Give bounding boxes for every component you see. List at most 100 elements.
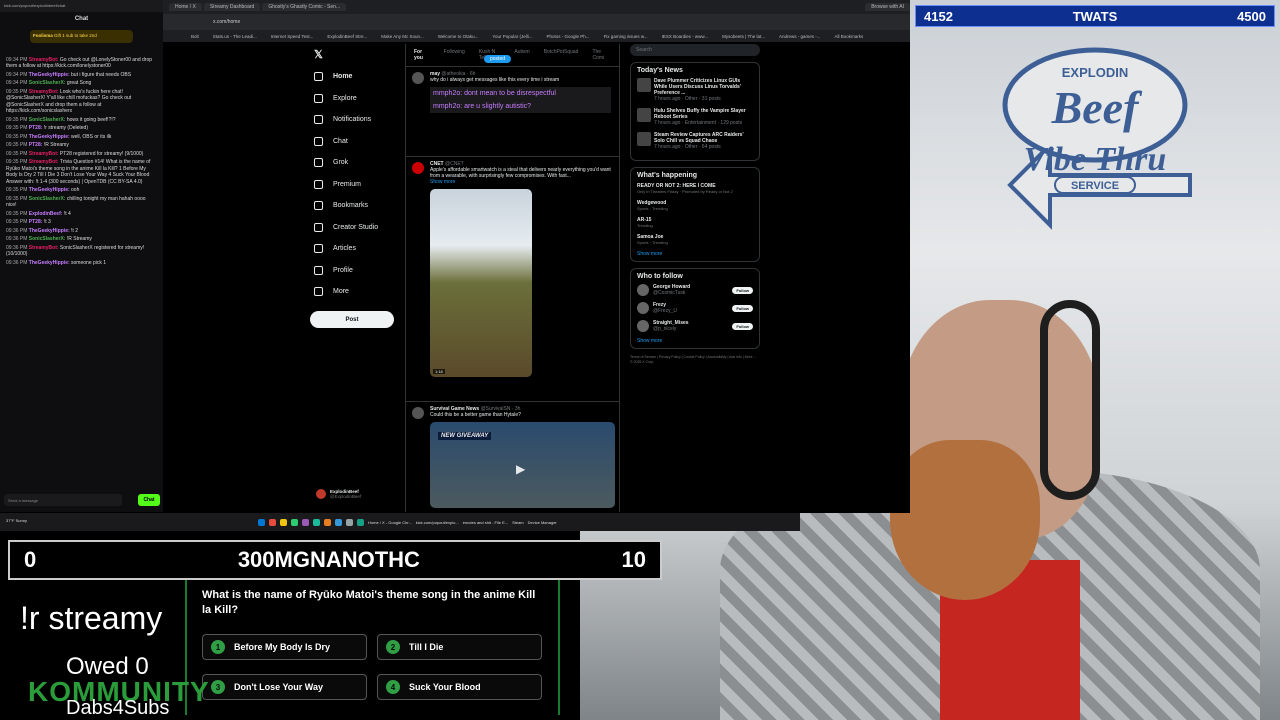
sidebar-item-chat[interactable]: Chat <box>300 131 405 153</box>
feed-tab[interactable]: Autism <box>514 49 529 61</box>
bookmark-item[interactable]: Andrews - games -... <box>779 34 821 39</box>
trend-item[interactable]: READY OR NOT 2: HERE I COME Only in Theat… <box>637 183 753 194</box>
taskbar-app-icon[interactable] <box>258 518 265 526</box>
tweet-video[interactable]: 1:18 <box>430 189 532 377</box>
message-user: SonicSlasherX: <box>28 236 67 242</box>
taskbar-item[interactable]: emotes and shit - File E... <box>463 520 508 525</box>
bookmark-item[interactable]: Make Any Mc Soun... <box>381 34 424 39</box>
bookmark-item[interactable]: Photos - Google Ph... <box>547 34 590 39</box>
sidebar-item-premium[interactable]: Premium <box>300 174 405 196</box>
home-icon <box>314 72 323 82</box>
taskbar-item[interactable]: Device Manager <box>528 520 557 525</box>
posted-pill[interactable]: posted <box>484 55 512 63</box>
taskbar-item[interactable]: Steam <box>512 520 524 525</box>
tweet[interactable]: Survival Game News @SurvivalSN · 3h Coul… <box>406 402 619 512</box>
chat-message: 09:36 PM TheGeekyHippie: !t 2 <box>0 228 163 235</box>
tweet[interactable]: posted may @atheokia · 6h why do i alway… <box>406 55 619 157</box>
message-user: StreamyBot: <box>28 159 60 165</box>
address-bar[interactable]: x.com/home <box>163 14 910 30</box>
bookmark-item[interactable]: ExplodinBeef Stre... <box>327 34 367 39</box>
avatar <box>412 72 424 84</box>
follow-button[interactable]: Follow <box>732 286 753 294</box>
bookmark-item[interactable]: Bolt <box>191 34 199 39</box>
taskbar-app-icon[interactable] <box>280 518 287 526</box>
avatar <box>316 489 326 499</box>
tab-home-x[interactable]: Home / X <box>169 3 202 11</box>
bookmark-item[interactable]: Your Popular (Jelli... <box>492 34 532 39</box>
sidebar-item-more[interactable]: More <box>300 281 405 303</box>
sidebar-item-notifications[interactable]: Notifications <box>300 109 405 131</box>
tab-streamy[interactable]: Streamy Dashboard <box>203 3 261 11</box>
sidebar-item-creator-studio[interactable]: Creator Studio <box>300 217 405 239</box>
feed-tab[interactable]: Following <box>444 49 465 61</box>
sidebar-item-profile[interactable]: Profile <box>300 260 405 282</box>
feed-tab[interactable]: The Comi <box>592 49 611 61</box>
taskbar-app-icon[interactable] <box>324 518 331 526</box>
tweet[interactable]: CNET @CNET Apple's affordable smartwatch… <box>406 157 619 402</box>
news-headline: Hulu Shelves Buffy the Vampire Slayer Re… <box>654 108 746 120</box>
follow-info: George Howard @CosmicTusk <box>653 284 728 296</box>
message-text: someone pick 1 <box>71 259 107 266</box>
trend-item[interactable]: Samoa Joe Sports · Trending <box>637 234 753 245</box>
post-button[interactable]: Post <box>310 311 394 328</box>
bookmark-item[interactable]: Fix gaming issues w... <box>604 34 648 39</box>
svg-text:SERVICE: SERVICE <box>1071 180 1119 192</box>
tab-comic[interactable]: Ghostly's Ghastly Comic - Sen... <box>262 3 347 11</box>
message-time: 09:35 PM <box>6 125 29 131</box>
chat-send-button[interactable]: Chat <box>138 494 160 506</box>
taskbar-app-icon[interactable] <box>302 518 309 526</box>
play-icon[interactable]: ▶ <box>516 462 525 476</box>
sidebar-item-explore[interactable]: Explore <box>300 88 405 110</box>
bookmark-item[interactable]: IESX Boardies - www... <box>662 34 709 39</box>
sidebar-item-label: Explore <box>333 94 357 102</box>
feed-tab[interactable]: BotchPotSquad <box>544 49 579 61</box>
taskbar-app-icon[interactable] <box>335 518 342 526</box>
follow-button[interactable]: Follow <box>732 322 753 330</box>
bookmark-item[interactable]: Welcome to Otaku... <box>438 34 479 39</box>
message-text: well, OBS or its ilk <box>71 133 112 140</box>
taskbar-app-icon[interactable] <box>291 518 298 526</box>
trivia-quiz: What is the name of Ryūko Matoi's theme … <box>185 580 560 715</box>
chat-input[interactable]: Send a message <box>4 494 122 506</box>
bookmark-item[interactable]: Stats.us - The Leadi... <box>213 34 257 39</box>
todays-news-title: Today's News <box>637 67 683 74</box>
feed-tab[interactable]: For you <box>414 49 430 61</box>
tweet-video[interactable]: NEW GIVEAWAY ▶ <box>430 422 615 508</box>
avatar <box>412 407 424 419</box>
news-item[interactable]: Dave Plummer Criticizes Linux GUIs While… <box>637 78 753 102</box>
weather-widget[interactable]: 37°F Sunny <box>6 518 27 523</box>
show-more-link[interactable]: Show more <box>637 251 753 257</box>
news-item[interactable]: Steam Review Captures ARC Raiders' Solo … <box>637 132 753 150</box>
browse-ai-button[interactable]: Browse with AI <box>865 3 910 11</box>
account-switcher[interactable]: ExplodinBeef @ExplodinBeef <box>316 489 396 499</box>
taskbar-item[interactable]: kick.com/popout/explo... <box>416 520 459 525</box>
message-user: TheGeekyHippie: <box>28 187 72 193</box>
chat-message: 09:35 PM SonicSlasherX: chilling tonight… <box>0 196 163 209</box>
news-list: Dave Plummer Criticizes Linux GUIs While… <box>637 78 753 150</box>
x-logo-icon[interactable]: 𝕏 <box>314 48 323 61</box>
show-more-link[interactable]: Show more <box>430 179 611 185</box>
taskbar-item[interactable]: Home / X - Google Chr... <box>368 520 412 525</box>
taskbar-app-icon[interactable] <box>269 518 276 526</box>
bookmark-item[interactable]: All Bookmarks <box>834 34 863 39</box>
scoreboard-title: 300MGNANOTHC <box>237 547 420 572</box>
sidebar-item-bookmarks[interactable]: Bookmarks <box>300 195 405 217</box>
x-search-input[interactable]: Search <box>630 44 760 56</box>
sidebar-item-articles[interactable]: Articles <box>300 238 405 260</box>
sidebar-item-grok[interactable]: Grok <box>300 152 405 174</box>
bookmark-item[interactable]: Mysobeets | The lat... <box>722 34 765 39</box>
trend-item[interactable]: Wedgewood Sports · Trending <box>637 200 753 211</box>
trend-meta: Trending <box>637 223 653 228</box>
news-thumbnail <box>637 132 651 146</box>
show-more-link[interactable]: Show more <box>637 338 753 344</box>
follow-handle: @p_nicely <box>653 326 677 332</box>
taskbar-app-icon[interactable] <box>313 518 320 526</box>
taskbar-app-icon[interactable] <box>357 518 364 526</box>
bookmark-item[interactable]: Internet Speed Test... <box>271 34 314 39</box>
news-item[interactable]: Hulu Shelves Buffy the Vampire Slayer Re… <box>637 108 753 126</box>
taskbar-app-icon[interactable] <box>346 518 353 526</box>
trend-item[interactable]: AR-15 Trending <box>637 217 753 228</box>
top-title: TWATS <box>1072 8 1118 24</box>
sidebar-item-home[interactable]: Home <box>300 66 405 88</box>
follow-button[interactable]: Follow <box>732 304 753 312</box>
